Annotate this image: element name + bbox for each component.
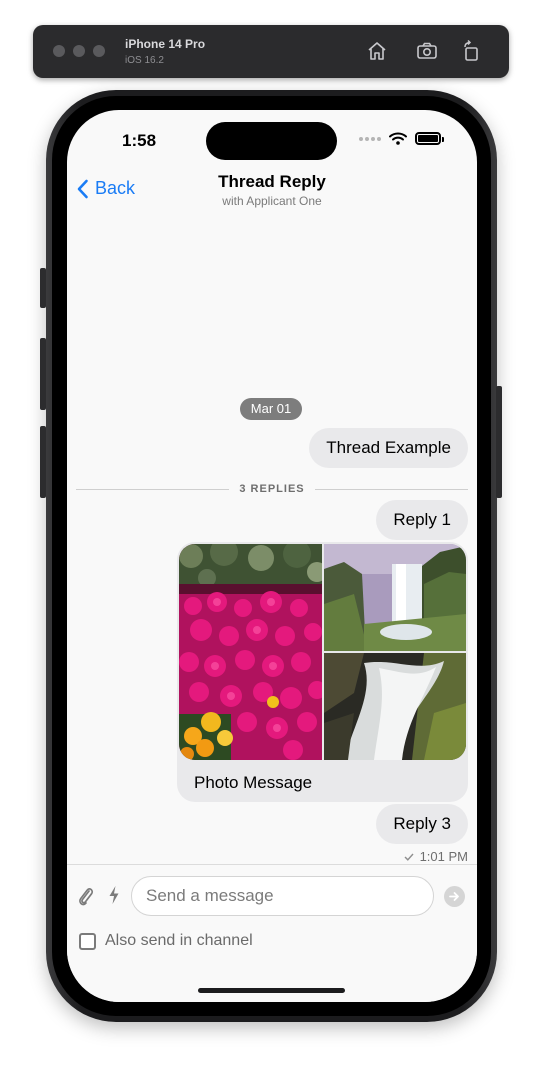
reply-message-bubble[interactable]: Reply 1 xyxy=(376,500,468,540)
app-screen: 1:58 Back Thread Reply with Applicant On… xyxy=(67,110,477,1002)
window-zoom-button[interactable] xyxy=(93,45,105,57)
simulator-toolbar: iPhone 14 Pro iOS 16.2 xyxy=(33,25,509,78)
divider-line xyxy=(314,488,468,490)
also-send-label: Also send in channel xyxy=(105,932,253,949)
screenshot-icon[interactable] xyxy=(415,39,439,63)
window-minimize-button[interactable] xyxy=(73,45,85,57)
checkmark-icon xyxy=(404,853,414,861)
replies-divider: 3 REPLIES xyxy=(76,482,468,496)
signal-icon xyxy=(359,136,381,141)
battery-icon xyxy=(415,132,444,145)
silent-switch xyxy=(40,268,46,308)
replies-count: 3 REPLIES xyxy=(239,483,305,495)
send-arrow-icon xyxy=(449,892,459,901)
parent-message-bubble[interactable]: Thread Example xyxy=(309,428,468,468)
divider-line xyxy=(76,488,230,490)
also-send-in-channel-toggle[interactable]: Also send in channel xyxy=(79,932,253,950)
os-version: iOS 16.2 xyxy=(125,55,164,66)
photo-caption: Photo Message xyxy=(194,773,313,792)
status-time: 1:58 xyxy=(122,131,157,150)
rotate-icon[interactable] xyxy=(459,39,483,63)
power-button xyxy=(496,386,502,498)
also-send-checkbox[interactable] xyxy=(79,932,96,950)
message-composer: Also send in channel xyxy=(67,864,477,1002)
message-timestamp: 1:01 PM xyxy=(404,849,468,864)
reply-message-bubble[interactable]: Reply 3 xyxy=(376,804,468,844)
date-separator: Mar 01 xyxy=(240,398,302,420)
lightning-icon[interactable] xyxy=(108,885,120,905)
device-name: iPhone 14 Pro xyxy=(125,37,206,51)
volume-down-button xyxy=(40,426,46,498)
message-input[interactable] xyxy=(131,876,434,916)
volume-up-button xyxy=(40,338,46,410)
flowers-photo[interactable] xyxy=(179,544,322,760)
home-indicator[interactable] xyxy=(198,988,345,993)
waterfall-photo[interactable] xyxy=(324,544,466,651)
send-button[interactable] xyxy=(444,886,465,907)
home-icon[interactable] xyxy=(365,39,389,63)
photo-grid xyxy=(179,544,466,760)
photo-message-bubble[interactable]: Photo Message xyxy=(177,542,468,802)
dynamic-island xyxy=(206,122,337,160)
page-subtitle: with Applicant One xyxy=(222,194,322,208)
status-icons xyxy=(359,132,444,145)
wifi-icon xyxy=(389,132,407,145)
timestamp-text: 1:01 PM xyxy=(419,849,468,864)
page-title: Thread Reply xyxy=(218,172,326,191)
river-rapids-photo[interactable] xyxy=(324,653,466,760)
paperclip-icon[interactable] xyxy=(77,885,95,907)
window-close-button[interactable] xyxy=(53,45,65,57)
